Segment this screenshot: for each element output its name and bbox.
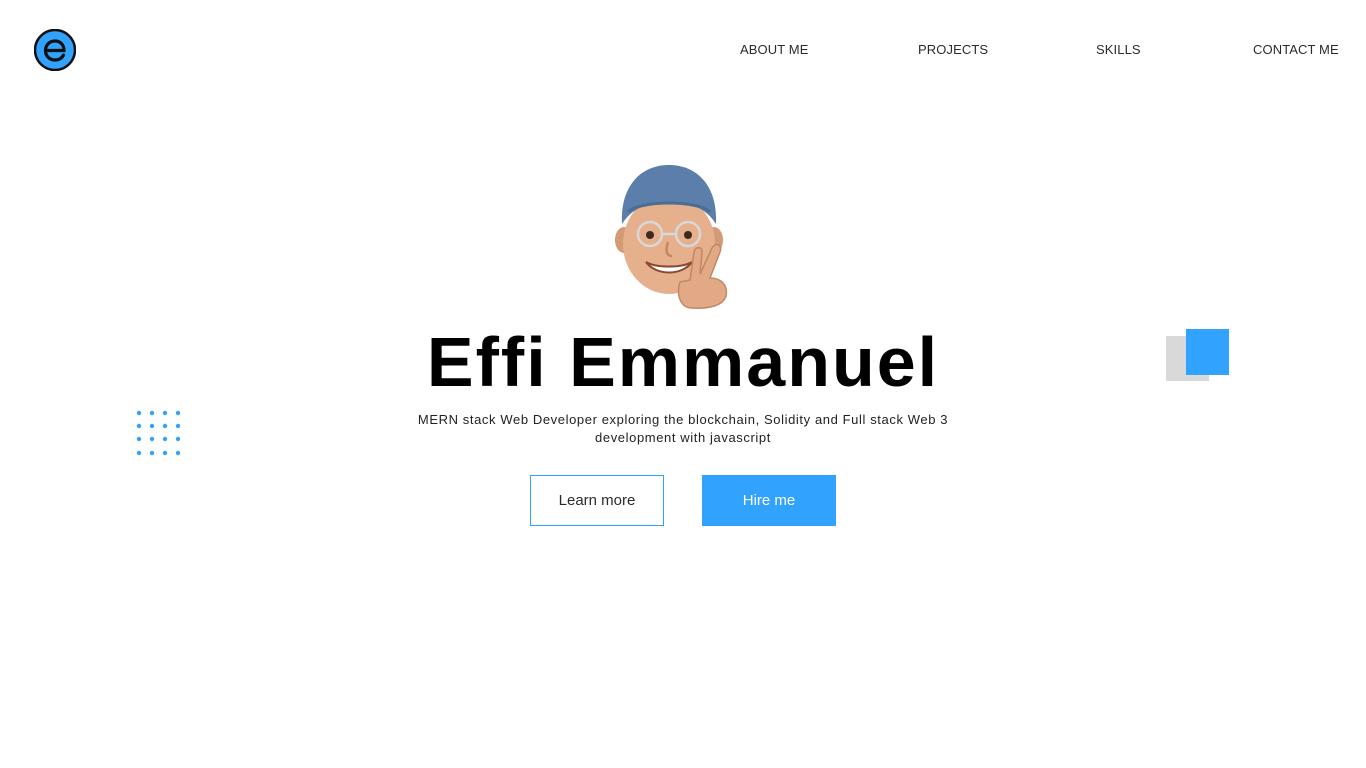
learn-more-button[interactable]: Learn more [530, 475, 664, 526]
portfolio-page: ABOUT ME PROJECTS SKILLS CONTACT ME Effi… [0, 0, 1366, 768]
nav-projects[interactable]: PROJECTS [918, 42, 988, 57]
nav-contact-me[interactable]: CONTACT ME [1253, 42, 1339, 57]
nav-skills[interactable]: SKILLS [1096, 42, 1141, 57]
dot-grid-decoration-icon [136, 410, 181, 456]
hire-me-button[interactable]: Hire me [702, 475, 836, 526]
nav-about-me[interactable]: ABOUT ME [740, 42, 808, 57]
logo-icon[interactable] [34, 29, 76, 71]
avatar-memoji-icon [615, 165, 728, 309]
hero-description: MERN stack Web Developer exploring the b… [417, 412, 949, 445]
squares-decoration-icon [1166, 329, 1229, 381]
hero-name: Effi Emmanuel [426, 323, 940, 401]
